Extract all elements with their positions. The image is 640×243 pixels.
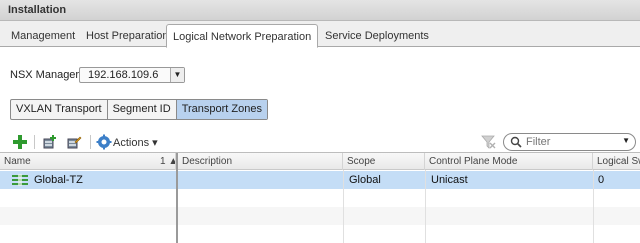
column-divider [425, 170, 426, 243]
frozen-column-divider[interactable] [176, 153, 178, 243]
subtab-transport-zones[interactable]: Transport Zones [176, 100, 267, 119]
table-row-empty [0, 189, 640, 207]
nsx-manager-select[interactable]: 192.168.109.6 ▼ [79, 67, 185, 83]
add-icon[interactable] [12, 134, 28, 150]
title-bar: Installation [0, 0, 640, 21]
toolbar-divider [34, 135, 35, 149]
column-header-description[interactable]: Description [178, 153, 343, 170]
table-row-empty [0, 207, 640, 225]
subtab-group: VXLAN Transport Segment ID Transport Zon… [10, 99, 268, 120]
cell-name-text: Global-TZ [34, 174, 83, 186]
table-row[interactable]: Global-TZ Global Unicast 0 [0, 171, 640, 189]
grid-toolbar: Actions ▾ ▼ [10, 133, 636, 151]
chevron-down-icon: ▾ [152, 137, 158, 149]
chevron-down-icon[interactable]: ▼ [622, 136, 630, 145]
edit-icon[interactable] [66, 134, 82, 150]
cell-scope: Global [349, 174, 381, 186]
subtab-vxlan-transport[interactable]: VXLAN Transport [11, 100, 108, 119]
table-header: Name 1 ▲ Description Scope Control Plane… [0, 153, 640, 170]
column-header-scope[interactable]: Scope [343, 153, 425, 170]
column-divider [343, 170, 344, 243]
tab-logical-network-preparation[interactable]: Logical Network Preparation [166, 24, 319, 48]
page-title: Installation [8, 4, 67, 16]
actions-label: Actions [113, 137, 150, 149]
search-icon [510, 136, 522, 148]
transport-zones-table: Name 1 ▲ Description Scope Control Plane… [0, 152, 640, 243]
cell-name: Global-TZ [0, 171, 176, 189]
gear-icon[interactable] [96, 134, 112, 150]
clear-filter-icon[interactable] [480, 134, 496, 150]
tab-host-preparation[interactable]: Host Preparation [80, 26, 175, 47]
column-header-name[interactable]: Name 1 ▲ [0, 153, 176, 170]
cell-description [178, 171, 343, 189]
filter-box[interactable]: ▼ [503, 133, 636, 151]
cell-logical-switches: 0 [598, 174, 605, 186]
column-divider [593, 170, 594, 243]
actions-menu[interactable]: Actions ▾ [113, 136, 158, 149]
nsx-manager-label: NSX Manager: [10, 69, 83, 81]
toolbar-divider [90, 135, 91, 149]
sort-indicator: 1 ▲ [160, 156, 175, 167]
column-header-label: Name [4, 156, 31, 167]
transport-zone-icon [12, 174, 28, 186]
filter-input[interactable] [526, 135, 614, 149]
table-row-empty [0, 225, 640, 243]
column-header-control-plane-mode[interactable]: Control Plane Mode [425, 153, 593, 170]
tab-management[interactable]: Management [5, 26, 81, 47]
cell-control-plane-mode: Unicast [431, 174, 468, 186]
tab-service-deployments[interactable]: Service Deployments [319, 26, 435, 47]
add-host-icon[interactable] [42, 134, 58, 150]
subtab-segment-id[interactable]: Segment ID [108, 100, 177, 119]
main-tabs: Management Host Preparation Logical Netw… [0, 21, 640, 48]
chevron-down-icon[interactable]: ▼ [170, 68, 184, 82]
nsx-manager-value: 192.168.109.6 [88, 69, 159, 81]
column-header-logical-switches[interactable]: Logical Swi [593, 153, 640, 170]
